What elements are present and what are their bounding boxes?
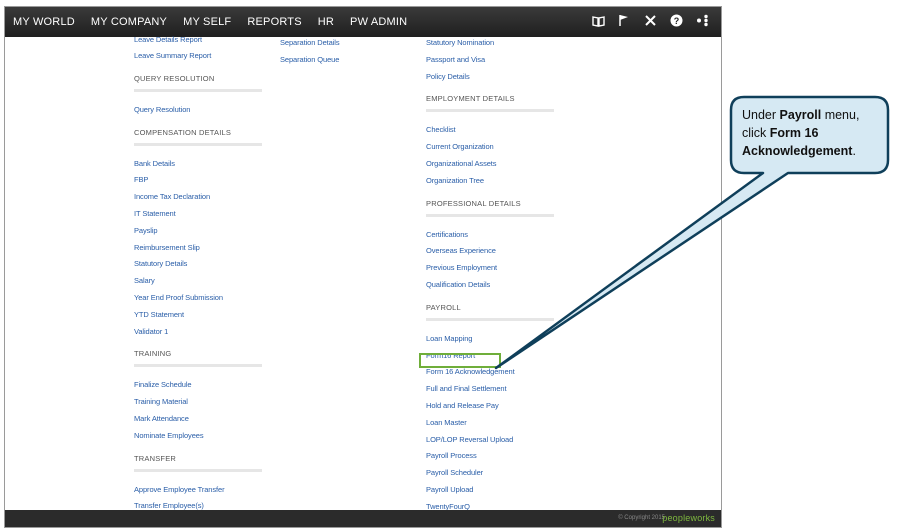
callout-instruction: Under Payroll menu, click Form 16 Acknow… <box>742 106 878 160</box>
callout-text-payroll: Payroll <box>779 108 822 122</box>
callout-shape <box>494 95 890 370</box>
callout-text-period: . <box>852 144 856 158</box>
callout-text-acknowledgement: Acknowledgement <box>742 144 853 158</box>
callout-text-menu: menu, <box>821 108 860 122</box>
callout-text-click: click <box>742 126 770 140</box>
callout-text-under: Under <box>742 108 780 122</box>
callout-text-form16: Form 16 <box>769 126 819 140</box>
